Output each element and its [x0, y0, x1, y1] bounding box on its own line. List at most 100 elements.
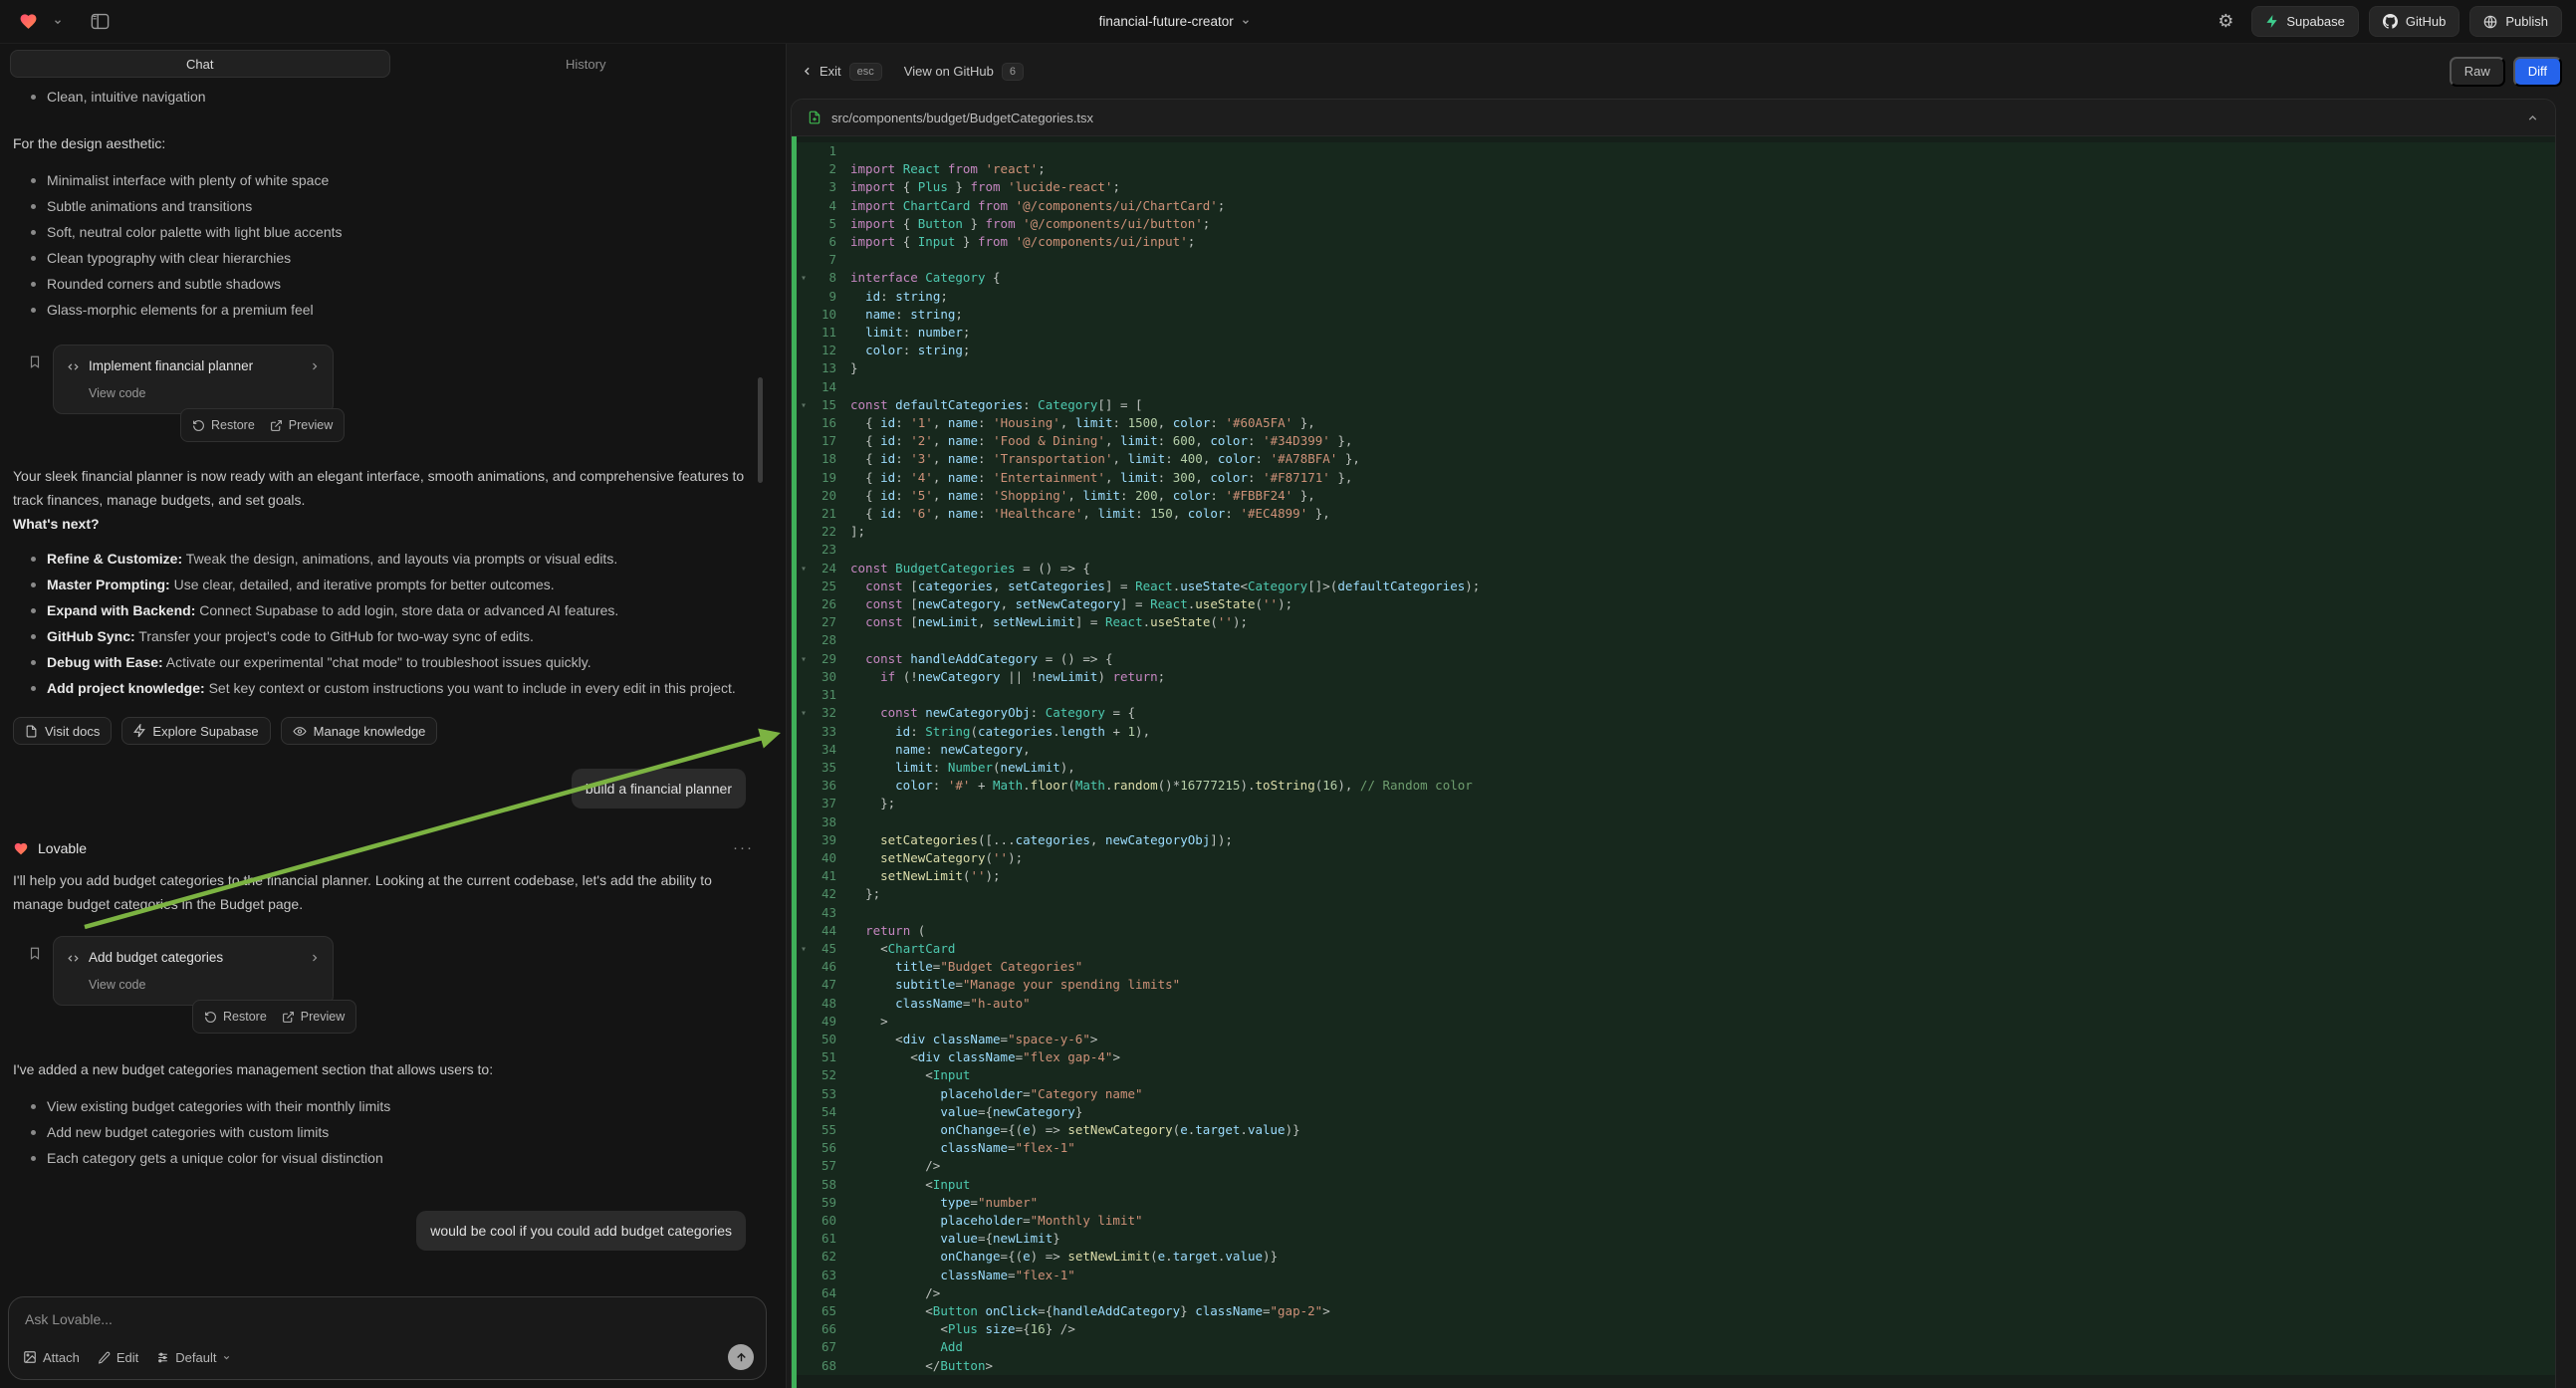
message-more-menu[interactable]: ··· — [733, 836, 754, 860]
list-item: Expand with Backend: Connect Supabase to… — [31, 597, 760, 623]
tab-history[interactable]: History — [396, 50, 777, 78]
topbar: financial-future-creator ⚙ Supabase GitH… — [0, 0, 2576, 44]
code-text — [836, 904, 850, 922]
line-number: 21 — [792, 505, 836, 523]
code-line: 2import React from 'react'; — [792, 160, 2555, 178]
restore-icon — [192, 419, 205, 432]
fold-icon[interactable]: ▾ — [801, 941, 807, 959]
fold-icon[interactable]: ▾ — [801, 705, 807, 723]
code-text: }; — [836, 885, 880, 903]
chat-composer: Attach Edit Default — [8, 1296, 767, 1380]
code-line: 49 > — [792, 1013, 2555, 1031]
line-number: ▾8 — [792, 269, 836, 287]
code-text: <Button onClick={handleAddCategory} clas… — [836, 1302, 1330, 1320]
editor-header: Exit esc View on GitHub 6 Raw Diff — [787, 44, 2576, 99]
fold-icon[interactable]: ▾ — [801, 651, 807, 669]
supabase-button[interactable]: Supabase — [2251, 6, 2359, 37]
line-number: ▾32 — [792, 704, 836, 722]
code-text: id: string; — [836, 288, 948, 306]
raw-toggle-button[interactable]: Raw — [2450, 57, 2505, 87]
restore-button[interactable]: Restore — [192, 413, 255, 437]
aesthetic-list: Minimalist interface with plenty of whit… — [13, 167, 760, 323]
sidebar-toggle-icon[interactable] — [87, 9, 114, 34]
github-button[interactable]: GitHub — [2369, 6, 2459, 37]
line-number: 61 — [792, 1230, 836, 1248]
explore-supabase-button[interactable]: Explore Supabase — [121, 717, 270, 745]
preview-button[interactable]: Preview — [270, 413, 333, 437]
code-text: <Input — [836, 1066, 970, 1084]
sliders-icon — [156, 1351, 169, 1364]
fold-icon[interactable]: ▾ — [801, 561, 807, 578]
line-number: 7 — [792, 251, 836, 269]
logo-menu-chevron-icon[interactable] — [49, 13, 67, 31]
code-line: 44 return ( — [792, 922, 2555, 940]
attach-button[interactable]: Attach — [23, 1350, 80, 1365]
settings-gear-icon[interactable]: ⚙ — [2214, 7, 2237, 36]
code-text: } — [836, 359, 858, 377]
diff-toggle-button[interactable]: Diff — [2513, 57, 2562, 87]
line-number: 10 — [792, 306, 836, 324]
quick-actions: Visit docs Explore Supabase Manage knowl… — [13, 717, 760, 745]
code-line: 7 — [792, 251, 2555, 269]
line-number: 20 — [792, 487, 836, 505]
line-number: 37 — [792, 795, 836, 812]
code-text: > — [836, 1013, 888, 1031]
view-code-link[interactable]: View code — [89, 973, 321, 997]
chat-input[interactable] — [23, 1310, 752, 1328]
code-line: 10 name: string; — [792, 306, 2555, 324]
code-line: 53 placeholder="Category name" — [792, 1085, 2555, 1103]
manage-knowledge-button[interactable]: Manage knowledge — [281, 717, 438, 745]
exit-button[interactable]: Exit — [801, 64, 841, 79]
lovable-logo-icon[interactable] — [14, 8, 43, 35]
code-text — [836, 813, 850, 831]
edit-button[interactable]: Edit — [98, 1350, 138, 1365]
code-line: 30 if (!newCategory || !newLimit) return… — [792, 668, 2555, 686]
aesthetic-heading: For the design aesthetic: — [13, 131, 760, 155]
code-text: if (!newCategory || !newLimit) return; — [836, 668, 1165, 686]
code-line: 25 const [categories, setCategories] = R… — [792, 578, 2555, 595]
code-text: onChange={(e) => setNewCategory(e.target… — [836, 1121, 1300, 1139]
pencil-icon — [98, 1351, 111, 1364]
bookmark-icon[interactable] — [28, 946, 42, 961]
code-text: color: string; — [836, 342, 970, 359]
code-icon — [66, 360, 81, 373]
mode-select[interactable]: Default — [156, 1350, 231, 1365]
code-text: id: String(categories.length + 1), — [836, 723, 1150, 741]
publish-button[interactable]: Publish — [2469, 6, 2562, 37]
fold-icon[interactable]: ▾ — [801, 397, 807, 415]
project-title-menu[interactable]: financial-future-creator — [1099, 14, 1251, 29]
send-button[interactable] — [728, 1344, 754, 1370]
tab-chat[interactable]: Chat — [10, 50, 390, 78]
collapse-file-icon[interactable] — [2526, 112, 2539, 124]
bookmark-icon[interactable] — [28, 354, 42, 369]
line-number: 68 — [792, 1357, 836, 1375]
assistant-paragraph: I've added a new budget categories manag… — [13, 1057, 760, 1081]
user-message-row: would be cool if you could add budget ca… — [13, 1211, 746, 1251]
visit-docs-button[interactable]: Visit docs — [13, 717, 112, 745]
code-line: 60 placeholder="Monthly limit" — [792, 1212, 2555, 1230]
preview-button[interactable]: Preview — [282, 1005, 345, 1029]
restore-button[interactable]: Restore — [204, 1005, 267, 1029]
code-line: 11 limit: number; — [792, 324, 2555, 342]
version-card-implement-financial-planner[interactable]: Implement financial planner View code — [53, 345, 334, 414]
version-card-title: Implement financial planner — [89, 354, 301, 378]
code-text: }; — [836, 795, 895, 812]
code-line: 35 limit: Number(newLimit), — [792, 759, 2555, 777]
version-actions: Restore Preview — [192, 1000, 356, 1034]
code-text: import { Button } from '@/components/ui/… — [836, 215, 1210, 233]
fold-icon[interactable]: ▾ — [801, 270, 807, 288]
code-text: { id: '5', name: 'Shopping', limit: 200,… — [836, 487, 1315, 505]
code-line: 3import { Plus } from 'lucide-react'; — [792, 178, 2555, 196]
code-line: 66 <Plus size={16} /> — [792, 1320, 2555, 1338]
file-header[interactable]: src/components/budget/BudgetCategories.t… — [792, 100, 2555, 136]
code-text: const BudgetCategories = () => { — [836, 560, 1090, 578]
chevron-down-icon — [222, 1353, 231, 1362]
code-line: 26 const [newCategory, setNewCategory] =… — [792, 595, 2555, 613]
view-code-link[interactable]: View code — [89, 381, 321, 405]
version-card-add-budget-categories[interactable]: Add budget categories View code — [53, 936, 334, 1006]
code-text: <div className="space-y-6"> — [836, 1031, 1097, 1048]
chat-scrollbar[interactable] — [758, 377, 763, 483]
view-on-github-link[interactable]: View on GitHub 6 — [904, 63, 1024, 81]
code-line: ▾45 <ChartCard — [792, 940, 2555, 958]
code-text: setNewLimit(''); — [836, 867, 1001, 885]
